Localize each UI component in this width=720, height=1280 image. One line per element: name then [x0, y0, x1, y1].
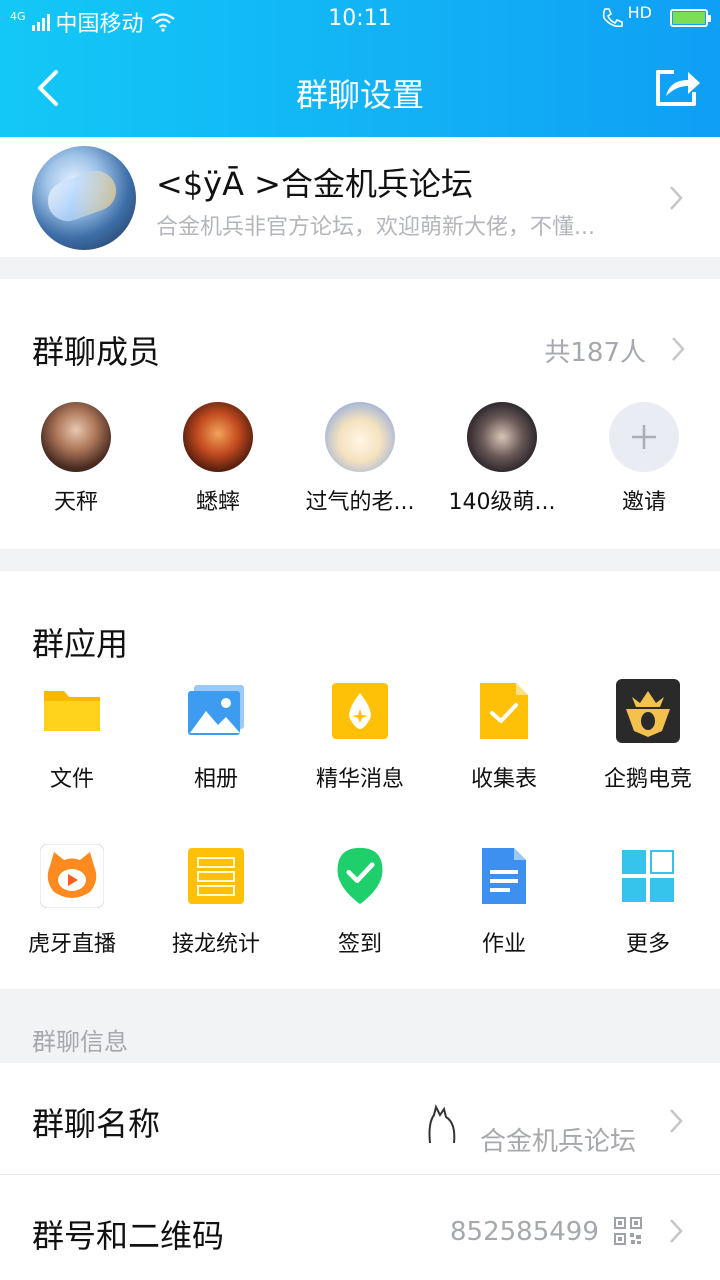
member-name: 天秤 [53, 490, 98, 515]
more-apps-icon [618, 846, 678, 906]
app-label: 收集表 [470, 767, 537, 792]
app-check-in[interactable]: 签到 [288, 846, 432, 958]
group-number-value: 852585499 [450, 1217, 599, 1247]
group-name: <$ÿĀ >合金机兵论坛 [156, 165, 473, 203]
member-item[interactable]: 过气的老... [290, 402, 430, 516]
app-label: 精华消息 [315, 767, 404, 792]
app-file[interactable]: 文件 [0, 681, 144, 793]
penguin-esports-icon [616, 679, 680, 743]
app-label: 相册 [193, 767, 238, 792]
app-essence-messages[interactable]: 精华消息 [288, 681, 432, 793]
group-profile-card[interactable]: <$ÿĀ >合金机兵论坛 合金机兵非官方论坛，欢迎萌新大佬，不懂... [0, 137, 720, 257]
member-name: 过气的老... [305, 490, 415, 515]
chevron-right-icon [670, 1219, 683, 1243]
apps-title: 群应用 [32, 625, 129, 663]
chevron-right-icon[interactable] [670, 335, 686, 363]
huya-live-icon [39, 843, 105, 909]
title-bar: 群聊设置 [0, 50, 720, 130]
status-right: HD [600, 2, 711, 30]
app-homework[interactable]: 作业 [432, 846, 576, 958]
app-more[interactable]: 更多 [576, 846, 720, 958]
app-album[interactable]: 相册 [144, 681, 288, 793]
add-icon [609, 402, 679, 472]
chevron-right-icon [670, 1109, 683, 1133]
group-description: 合金机兵非官方论坛，欢迎萌新大佬，不懂... [156, 215, 595, 240]
collection-form-icon [474, 681, 534, 741]
members-title: 群聊成员 [32, 333, 161, 371]
group-number-label: 群号和二维码 [32, 1217, 225, 1255]
essence-message-icon [330, 681, 390, 741]
group-name-value: 合金机兵论坛 [480, 1127, 637, 1157]
group-avatar [32, 146, 136, 250]
app-label: 签到 [337, 932, 382, 957]
info-section-label: 群聊信息 [32, 1028, 128, 1056]
member-name: 140级萌... [448, 490, 556, 515]
status-bar: 4G 中国移动 10:11 HD [0, 0, 720, 38]
check-in-icon [330, 846, 390, 906]
chevron-right-icon [670, 186, 683, 210]
app-label: 更多 [625, 932, 670, 957]
folder-icon [42, 681, 102, 741]
group-name-row[interactable]: 群聊名称 合金机兵论坛 [0, 1063, 720, 1174]
invite-button[interactable]: 邀请 [574, 402, 714, 516]
invite-label: 邀请 [621, 490, 666, 515]
photo-album-icon [186, 681, 246, 741]
member-avatar [183, 402, 253, 472]
app-label: 企鹅电竞 [603, 767, 692, 792]
header-bar: 4G 中国移动 10:11 HD 群聊设置 [0, 0, 720, 137]
group-number-row[interactable]: 群号和二维码 852585499 [0, 1175, 720, 1280]
app-label: 虎牙直播 [27, 932, 116, 957]
member-avatar [325, 402, 395, 472]
app-label: 作业 [481, 932, 526, 957]
member-item[interactable]: 蟋蟀 [148, 402, 288, 516]
member-avatar [467, 402, 537, 472]
relay-statistics-icon [186, 846, 246, 906]
hand-gesture-icon [428, 1104, 456, 1144]
members-section: 群聊成员 共187人 天秤 蟋蟀 过气的老... 140级萌... 邀请 [0, 279, 720, 549]
app-relay-statistics[interactable]: 接龙统计 [144, 846, 288, 958]
hd-label: HD [627, 2, 652, 22]
member-item[interactable]: 天秤 [6, 402, 146, 516]
member-count[interactable]: 共187人 [544, 332, 646, 369]
homework-icon [474, 846, 534, 906]
share-icon[interactable] [652, 66, 702, 110]
app-label: 接龙统计 [171, 932, 260, 957]
page-title: 群聊设置 [295, 76, 424, 114]
app-collection-form[interactable]: 收集表 [432, 681, 576, 793]
battery-icon [670, 9, 711, 27]
member-name: 蟋蟀 [195, 490, 240, 515]
group-name-label: 群聊名称 [32, 1105, 161, 1143]
app-label: 文件 [49, 767, 94, 792]
member-avatar [41, 402, 111, 472]
app-penguin-esports[interactable]: 企鹅电竞 [576, 679, 720, 793]
call-hd-icon [602, 8, 623, 28]
group-apps-section: 群应用 文件 相册 精华消息 收集表 企鹅电竞 虎牙直播 接龙统计 签到 作业 … [0, 571, 720, 989]
qr-code-icon [614, 1217, 642, 1245]
member-item[interactable]: 140级萌... [432, 402, 572, 516]
app-huya-live[interactable]: 虎牙直播 [0, 843, 144, 958]
